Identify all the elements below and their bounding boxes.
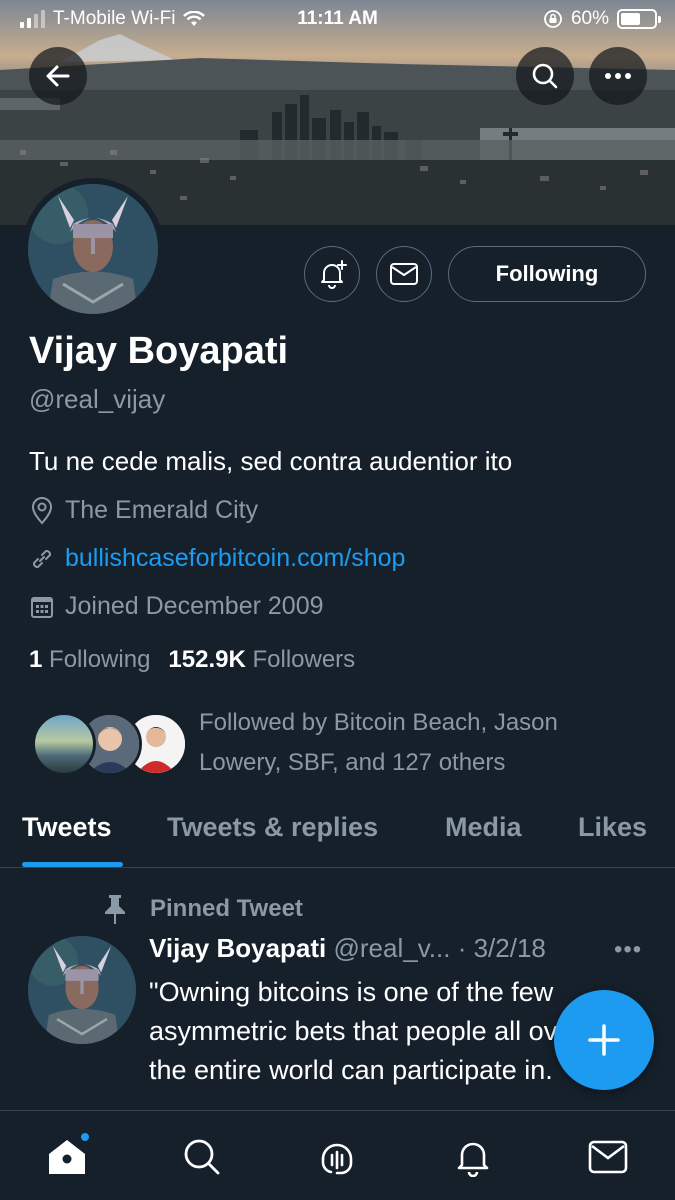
following-count-link[interactable]: 1 Following: [29, 646, 150, 674]
envelope-icon: [588, 1140, 628, 1174]
bell-icon: [457, 1142, 489, 1177]
location-pin-icon: [31, 496, 53, 525]
plus-icon: [588, 1024, 620, 1056]
more-icon: [605, 73, 631, 79]
nav-notifications[interactable]: [451, 1135, 495, 1179]
notifications-toggle-button[interactable]: [304, 246, 360, 302]
follower-avatar: [32, 712, 96, 776]
followed-by-line: Followed by Bitcoin Beach, Jason: [199, 709, 558, 736]
location-text: The Emerald City: [65, 496, 259, 524]
tweet-text-line: "Owning bitcoins is one of the few: [149, 977, 554, 1007]
tweet-more-button[interactable]: •••: [614, 936, 642, 964]
tweet-header: Vijay Boyapati @real_v... · 3/2/18: [149, 933, 546, 964]
website-row: bullishcaseforbitcoin.com/shop: [29, 544, 405, 573]
nav-spaces[interactable]: [315, 1135, 359, 1179]
avatar-image: [28, 936, 136, 1044]
profile-tabs: Tweets Tweets & replies Media Likes: [0, 806, 675, 868]
followed-by-line: Lowery, SBF, and 127 others: [199, 749, 506, 776]
battery-percent: 60%: [570, 8, 609, 29]
tab-tweets[interactable]: Tweets: [22, 812, 112, 843]
bottom-navigation: [0, 1110, 675, 1200]
joined-row: Joined December 2009: [29, 592, 324, 621]
location-row: The Emerald City: [29, 496, 258, 525]
avatar-image: [28, 184, 158, 314]
tab-media[interactable]: Media: [445, 812, 522, 843]
pinned-text: Pinned Tweet: [150, 895, 303, 922]
profile-name: Vijay Boyapati: [29, 330, 289, 372]
orientation-lock-icon: [544, 10, 562, 28]
spaces-icon: [321, 1143, 353, 1175]
following-button[interactable]: Following: [448, 246, 646, 302]
tweet-author-handle: @real_v...: [333, 933, 451, 963]
new-content-dot: [79, 1131, 91, 1143]
bell-plus-icon: [321, 260, 347, 289]
tab-tweets-replies[interactable]: Tweets & replies: [167, 812, 378, 843]
battery-info: 60%: [543, 8, 661, 30]
tweet-separator: ·: [457, 933, 467, 963]
followers-label: Followers: [252, 646, 356, 673]
search-icon: [532, 63, 558, 89]
tweet-author-avatar[interactable]: [28, 936, 136, 1044]
message-button[interactable]: [376, 246, 432, 302]
battery-fill: [621, 13, 641, 25]
envelope-icon: [390, 263, 418, 285]
compose-tweet-button[interactable]: [554, 990, 654, 1090]
profile-bio: Tu ne cede malis, sed contra audentior i…: [29, 446, 513, 476]
following-count: 1: [29, 646, 43, 673]
profile-avatar[interactable]: [22, 178, 164, 320]
battery-icon: [617, 9, 661, 29]
calendar-icon: [31, 596, 53, 618]
profile-handle: @real_vijay: [29, 384, 166, 414]
pinned-tweet-label: Pinned Tweet: [100, 893, 303, 925]
followed-by-text[interactable]: Followed by Bitcoin Beach, Jason Lowery,…: [199, 703, 639, 783]
tab-likes[interactable]: Likes: [578, 812, 647, 843]
joined-text: Joined December 2009: [65, 592, 324, 620]
tweet-author-name[interactable]: Vijay Boyapati: [149, 933, 326, 963]
follow-counts: 1 Following 152.9K Followers: [29, 646, 355, 674]
more-options-button[interactable]: [589, 47, 647, 105]
home-icon: [49, 1140, 85, 1174]
arrow-left-icon: [46, 65, 70, 87]
active-tab-indicator: [22, 862, 123, 867]
status-bar: T-Mobile Wi-Fi 11:11 AM 60%: [0, 0, 675, 40]
back-button[interactable]: [29, 47, 87, 105]
nav-search[interactable]: [180, 1135, 224, 1179]
nav-messages[interactable]: [586, 1135, 630, 1179]
followers-count: 152.9K: [168, 646, 246, 673]
following-label: Following: [49, 646, 151, 673]
tweet-date: 3/2/18: [473, 933, 546, 963]
search-icon: [184, 1139, 220, 1175]
website-link[interactable]: bullishcaseforbitcoin.com/shop: [65, 544, 405, 573]
followers-count-link[interactable]: 152.9K Followers: [168, 646, 355, 674]
pin-icon: [105, 895, 125, 924]
search-button[interactable]: [516, 47, 574, 105]
mutual-followers-avatars[interactable]: [32, 712, 188, 776]
nav-home[interactable]: [45, 1131, 91, 1179]
link-icon: [32, 549, 52, 568]
